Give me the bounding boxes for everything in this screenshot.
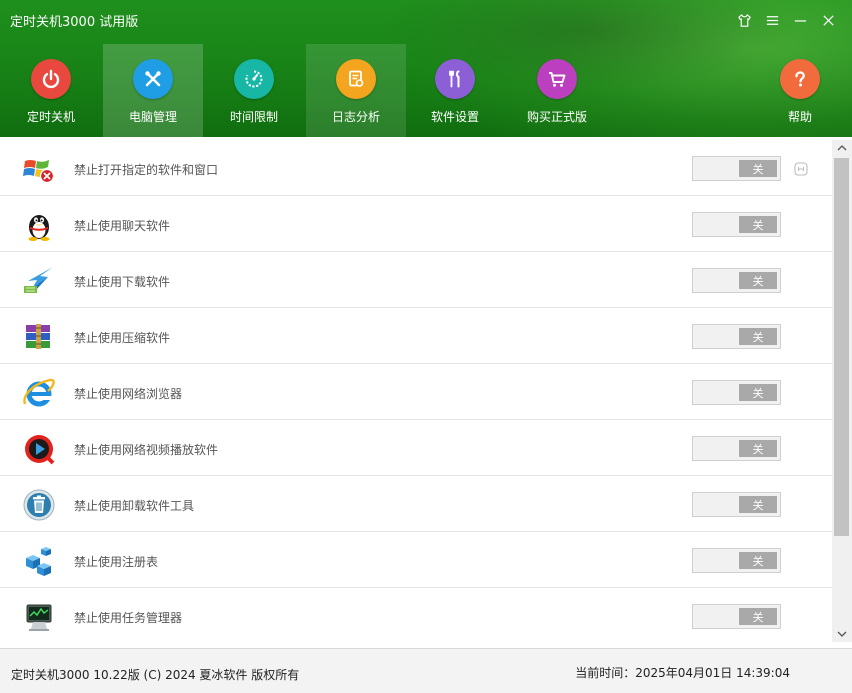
- nav-shutdown[interactable]: 定时关机: [1, 44, 101, 137]
- list-item-block-apps-windows: 禁止打开指定的软件和窗口 关: [0, 140, 832, 196]
- feature-list: 禁止打开指定的软件和窗口 关 禁止使用聊天软件 关 禁止使用下载软件 关 禁止使…: [0, 140, 832, 642]
- list-item-block-download: 禁止使用下载软件 关: [0, 252, 832, 308]
- nav-log-analysis[interactable]: 日志分析: [306, 44, 406, 137]
- cart-icon: [537, 59, 577, 99]
- current-time: 当前时间：2025年04月01日 14:39:04: [575, 666, 790, 680]
- toggle-switch[interactable]: 关: [692, 548, 781, 573]
- list-item-label: 禁止使用聊天软件: [74, 219, 171, 233]
- toggle-state: 关: [739, 440, 777, 457]
- header-bar: 定时关机3000 试用版 定时关机 电脑管理 时间限制 日志分析 软件设置 购买…: [0, 0, 852, 137]
- toggle-switch[interactable]: 关: [692, 436, 781, 461]
- list-item-label: 禁止使用压缩软件: [74, 331, 171, 345]
- nav-label: 日志分析: [331, 110, 380, 124]
- qq-penguin-icon: [22, 208, 56, 242]
- trash-bin-icon: [22, 488, 56, 522]
- timer-icon: [234, 59, 274, 99]
- main-nav: 定时关机 电脑管理 时间限制 日志分析 软件设置 购买正式版 帮助: [0, 44, 852, 137]
- nav-label: 时间限制: [229, 110, 278, 124]
- settings-mini-icon[interactable]: [793, 161, 809, 177]
- list-item-block-uninstall: 禁止使用卸载软件工具 关: [0, 476, 832, 532]
- list-item-label: 禁止使用任务管理器: [74, 611, 183, 625]
- toggle-state: 关: [739, 216, 777, 233]
- toggle-state: 关: [739, 328, 777, 345]
- vertical-scrollbar[interactable]: [832, 140, 852, 642]
- skin-button[interactable]: [730, 10, 758, 30]
- window-controls: [730, 10, 842, 30]
- close-icon: [822, 14, 834, 26]
- nav-label: 电脑管理: [128, 110, 177, 124]
- log-icon: [336, 59, 376, 99]
- power-icon: [31, 59, 71, 99]
- nav-label: 定时关机: [26, 110, 75, 124]
- toggle-state: 关: [739, 496, 777, 513]
- ie-browser-icon: [22, 376, 56, 410]
- task-manager-icon: [22, 600, 56, 634]
- toggle-switch[interactable]: 关: [692, 156, 781, 181]
- list-item-block-registry: 禁止使用注册表 关: [0, 532, 832, 588]
- list-item-label: 禁止使用网络浏览器: [74, 387, 183, 401]
- toggle-state: 关: [739, 608, 777, 625]
- menu-button[interactable]: [758, 10, 786, 30]
- minimize-icon: [794, 19, 806, 22]
- toggle-switch[interactable]: 关: [692, 492, 781, 517]
- toggle-switch[interactable]: 关: [692, 212, 781, 237]
- windows-block-icon: [22, 152, 56, 186]
- toggle-switch[interactable]: 关: [692, 604, 781, 629]
- menu-icon: [766, 15, 778, 25]
- toggle-state: 关: [739, 384, 777, 401]
- winrar-books-icon: [22, 320, 56, 354]
- nav-label: 帮助: [787, 110, 812, 124]
- registry-cubes-icon: [22, 544, 56, 578]
- copyright-text: 定时关机3000 10.22版 (C) 2024 夏冰软件 版权所有: [11, 668, 300, 682]
- wrench-icon: [435, 59, 475, 99]
- chevron-up-icon: [837, 145, 847, 151]
- tools-icon: [133, 59, 173, 99]
- scroll-up-button[interactable]: [832, 140, 852, 156]
- toggle-state: 关: [739, 160, 777, 177]
- nav-label: 软件设置: [430, 110, 479, 124]
- nav-label: 购买正式版: [526, 110, 587, 124]
- video-player-icon: [22, 432, 56, 466]
- minimize-button[interactable]: [786, 10, 814, 30]
- list-item-block-chat: 禁止使用聊天软件 关: [0, 196, 832, 252]
- help-icon: [780, 59, 820, 99]
- thunder-bird-icon: [22, 264, 56, 298]
- toggle-state: 关: [739, 552, 777, 569]
- chevron-down-icon: [837, 631, 847, 637]
- list-item-block-video: 禁止使用网络视频播放软件 关: [0, 420, 832, 476]
- scroll-down-button[interactable]: [832, 626, 852, 642]
- toggle-switch[interactable]: 关: [692, 324, 781, 349]
- list-item-block-task-manager: 禁止使用任务管理器 关: [0, 588, 832, 642]
- list-item-label: 禁止使用网络视频播放软件: [74, 443, 219, 457]
- app-window: 定时关机3000 试用版 定时关机 电脑管理 时间限制 日志分析 软件设置 购买…: [0, 0, 852, 693]
- list-item-block-browser: 禁止使用网络浏览器 关: [0, 364, 832, 420]
- close-button[interactable]: [814, 10, 842, 30]
- list-item-block-compress: 禁止使用压缩软件 关: [0, 308, 832, 364]
- list-item-label: 禁止使用注册表: [74, 555, 159, 569]
- toggle-switch[interactable]: 关: [692, 268, 781, 293]
- toggle-switch[interactable]: 关: [692, 380, 781, 405]
- toggle-state: 关: [739, 272, 777, 289]
- app-title: 定时关机3000 试用版: [10, 15, 139, 30]
- list-item-label: 禁止使用下载软件: [74, 275, 171, 289]
- nav-buy-full-version[interactable]: 购买正式版: [507, 44, 607, 137]
- scroll-thumb[interactable]: [834, 158, 849, 536]
- list-item-label: 禁止使用卸载软件工具: [74, 499, 195, 513]
- nav-computer-management[interactable]: 电脑管理: [103, 44, 203, 137]
- nav-help[interactable]: 帮助: [750, 44, 850, 137]
- nav-software-settings[interactable]: 软件设置: [405, 44, 505, 137]
- list-item-label: 禁止打开指定的软件和窗口: [74, 163, 219, 177]
- shirt-icon: [737, 13, 751, 27]
- status-bar: 定时关机3000 10.22版 (C) 2024 夏冰软件 版权所有 当前时间：…: [0, 648, 852, 693]
- nav-time-limit[interactable]: 时间限制: [204, 44, 304, 137]
